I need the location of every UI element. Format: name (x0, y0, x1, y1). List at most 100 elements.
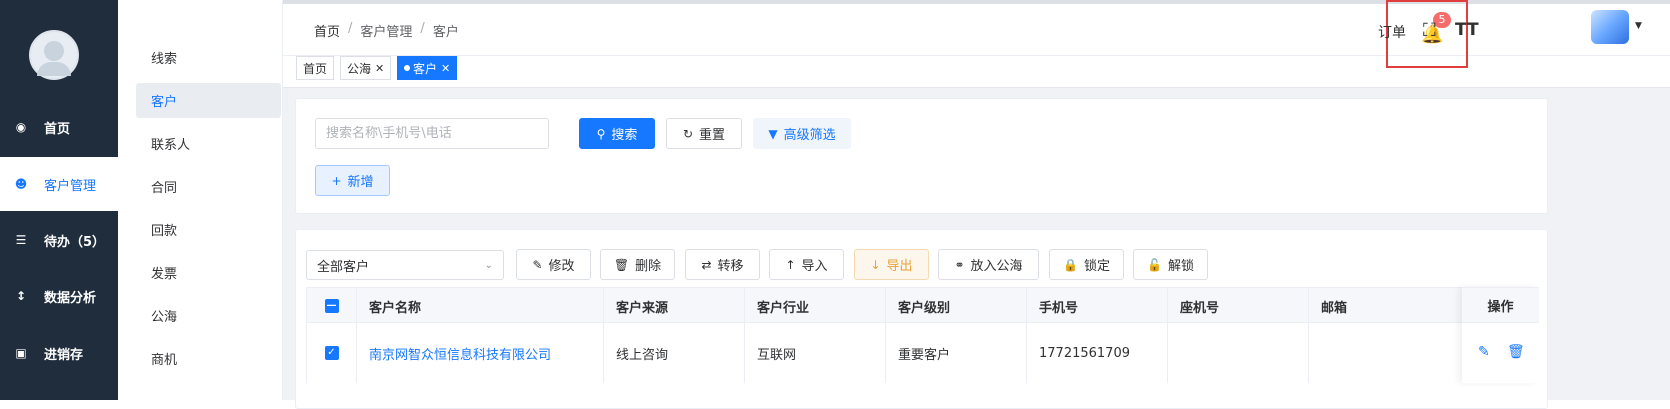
tab-home[interactable]: 首页 (296, 56, 335, 80)
sidebar-item-label: 待办（5） (44, 234, 106, 250)
submenu-item-contracts[interactable]: 合同 (136, 169, 281, 204)
breadcrumb-home[interactable]: 首页 (314, 21, 340, 40)
breadcrumb: 首页 / 客户管理 / 客户 (314, 21, 459, 40)
edit-icon: ✎ (532, 257, 543, 272)
column-header-source[interactable]: 客户来源 (604, 288, 745, 324)
download-icon: ↓ (870, 257, 881, 272)
submenu-item-opportunities[interactable]: 商机 (136, 341, 281, 376)
edit-button[interactable]: ✎ 修改 (516, 249, 591, 280)
close-icon[interactable]: ✕ (441, 62, 450, 75)
main-sidebar: ◉ 首页 ☻ 客户管理 ☰ 待办（5） ↕ 数据分析 ▣ 进销存 (0, 0, 118, 400)
breadcrumb-current: 客户 (432, 25, 459, 40)
submenu-item-invoices[interactable]: 发票 (136, 255, 281, 290)
sub-menu: 线索 客户 联系人 合同 回款 发票 公海 商机 (118, 0, 283, 400)
link-icon: ⚭ (954, 257, 965, 272)
customer-phone (1168, 323, 1309, 383)
tab-label: 客户 (413, 61, 438, 76)
refresh-icon: ↻ (682, 126, 694, 141)
breadcrumb-separator: / (348, 21, 353, 36)
column-header-industry[interactable]: 客户行业 (745, 288, 886, 324)
export-button[interactable]: ↓ 导出 (854, 249, 929, 280)
tags-view: 首页 公海 ✕ 客户 ✕ (283, 56, 1670, 88)
chevron-down-icon[interactable]: ▼ (1635, 21, 1642, 31)
upload-icon: ↑ (785, 257, 796, 272)
import-button[interactable]: ↑ 导入 (769, 249, 844, 280)
column-header-actions: 操作 (1462, 287, 1539, 323)
submenu-item-customers[interactable]: 客户 (136, 83, 281, 118)
column-header-mobile[interactable]: 手机号 (1027, 288, 1168, 324)
transfer-button[interactable]: ⇄ 转移 (685, 249, 760, 280)
chart-icon: ↕ (15, 289, 27, 303)
filter-icon: ▼ (768, 126, 778, 141)
customer-source: 线上咨询 (604, 323, 745, 383)
table-header: — 客户名称 客户来源 客户行业 客户级别 手机号 座机号 邮箱 (306, 287, 1539, 324)
reset-button[interactable]: ↻ 重置 (666, 118, 742, 149)
add-button[interactable]: + 新增 (315, 165, 390, 196)
customer-mobile: 17721561709 (1027, 323, 1168, 383)
advanced-filter-button[interactable]: ▼ 高级筛选 (753, 118, 851, 149)
main-content: ⚲ 搜索 ↻ 重置 ▼ 高级筛选 + 新增 全部客户 ⌄ ✎ 修改 🗑 删除 (283, 88, 1670, 409)
unlock-icon: 🔓 (1147, 257, 1162, 272)
table-row[interactable]: ✓ 南京网智众恒信息科技有限公司 线上咨询 互联网 重要客户 177215617… (306, 323, 1539, 383)
tab-customers[interactable]: 客户 ✕ (397, 56, 458, 80)
dashboard-icon: ◉ (15, 120, 27, 134)
trash-icon: 🗑 (613, 257, 630, 272)
submenu-item-payments[interactable]: 回款 (136, 212, 281, 247)
users-icon: ☻ (14, 177, 28, 191)
close-icon[interactable]: ✕ (375, 62, 384, 75)
sidebar-item-label: 首页 (44, 121, 71, 137)
column-header-name[interactable]: 客户名称 (357, 288, 604, 324)
delete-button[interactable]: 🗑 删除 (600, 249, 675, 280)
row-checkbox[interactable]: ✓ (324, 346, 339, 360)
sidebar-item-label: 数据分析 (44, 290, 97, 306)
window-icon: ▣ (15, 346, 27, 360)
submenu-item-leads[interactable]: 线索 (136, 40, 281, 75)
customer-name-link[interactable]: 南京网智众恒信息科技有限公司 (357, 323, 604, 383)
action-column: 操作 ✎ 🗑 (1462, 287, 1539, 383)
column-header-phone[interactable]: 座机号 (1168, 288, 1309, 324)
trash-icon[interactable]: 🗑 (1507, 344, 1525, 360)
select-all-cell: — (307, 288, 357, 324)
fullscreen-icon[interactable]: ⛶ (1423, 20, 1436, 41)
plus-icon: + (331, 173, 342, 188)
sidebar-item-customer-management[interactable]: ☻ 客户管理 (0, 157, 118, 211)
sidebar-item-inventory[interactable]: ▣ 进销存 (0, 326, 118, 380)
chevron-down-icon: ⌄ (484, 259, 493, 271)
column-header-email[interactable]: 邮箱 (1309, 288, 1463, 324)
transfer-icon: ⇄ (701, 257, 712, 272)
customer-email (1309, 323, 1463, 383)
column-header-level[interactable]: 客户级别 (886, 288, 1027, 324)
tab-label: 公海 (347, 61, 372, 76)
table-card: 全部客户 ⌄ ✎ 修改 🗑 删除 ⇄ 转移 ↑ 导入 ↓ 导出 ⚭ 放入公海 🔒 (295, 229, 1548, 409)
search-card: ⚲ 搜索 ↻ 重置 ▼ 高级筛选 + 新增 (295, 98, 1548, 214)
submenu-item-contacts[interactable]: 联系人 (136, 126, 281, 161)
search-input[interactable] (315, 118, 549, 149)
sidebar-item-todo[interactable]: ☰ 待办（5） (0, 213, 118, 267)
customer-industry: 互联网 (745, 323, 886, 383)
breadcrumb-separator: / (420, 21, 425, 36)
row-select-cell: ✓ (307, 323, 357, 383)
breadcrumb-customer-management[interactable]: 客户管理 (360, 21, 412, 40)
user-avatar[interactable] (1591, 10, 1629, 44)
submenu-item-public-pool[interactable]: 公海 (136, 298, 281, 333)
vertical-scrollbar[interactable] (1655, 88, 1670, 400)
sidebar-item-home[interactable]: ◉ 首页 (0, 100, 118, 154)
lock-button[interactable]: 🔒 锁定 (1049, 249, 1124, 280)
lock-icon: 🔒 (1063, 257, 1078, 272)
active-dot-icon (404, 65, 410, 71)
select-all-checkbox[interactable]: — (324, 299, 339, 313)
order-link[interactable]: 订单 (1378, 22, 1406, 42)
edit-icon[interactable]: ✎ (1478, 344, 1490, 360)
search-button[interactable]: ⚲ 搜索 (579, 118, 655, 149)
tab-public-pool[interactable]: 公海 ✕ (340, 56, 392, 80)
sidebar-item-data-analysis[interactable]: ↕ 数据分析 (0, 269, 118, 323)
move-to-pool-button[interactable]: ⚭ 放入公海 (938, 249, 1039, 280)
top-bar: 首页 / 客户管理 / 客户 🔔 5 订单 ⛶ TT ▼ (283, 0, 1670, 68)
customer-level: 重要客户 (886, 323, 1027, 383)
customer-scope-select[interactable]: 全部客户 ⌄ (306, 250, 504, 280)
sidebar-item-label: 进销存 (44, 347, 84, 363)
avatar[interactable] (29, 30, 79, 80)
search-icon: ⚲ (596, 126, 606, 141)
font-size-icon[interactable]: TT (1455, 20, 1479, 40)
unlock-button[interactable]: 🔓 解锁 (1133, 249, 1208, 280)
